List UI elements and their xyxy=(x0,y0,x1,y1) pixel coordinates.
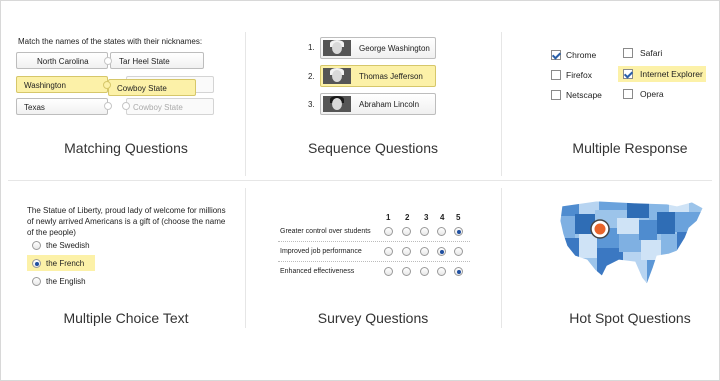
survey-radio[interactable] xyxy=(384,247,393,256)
checkbox[interactable] xyxy=(623,89,633,99)
matching-prompt: Match the names of the states with their… xyxy=(18,37,203,46)
survey-radio[interactable] xyxy=(437,247,446,256)
section-title: Multiple Choice Text xyxy=(63,310,189,326)
portrait-image xyxy=(323,68,351,84)
match-left-item[interactable]: Washington xyxy=(16,76,108,93)
row-separator xyxy=(278,241,470,242)
radio-label: the English xyxy=(46,277,86,286)
survey-row-label: Enhanced effectiveness xyxy=(280,268,355,275)
radio-button[interactable] xyxy=(32,277,41,286)
survey-row-label: Improved job performance xyxy=(280,248,362,255)
match-right-item[interactable]: Tar Heel State xyxy=(110,52,204,69)
checkbox-label: Opera xyxy=(640,89,664,99)
divider xyxy=(245,188,246,328)
checkbox-label: Netscape xyxy=(566,90,602,100)
row-separator xyxy=(278,261,470,262)
puzzle-connector xyxy=(103,81,111,89)
scale-label: 1 xyxy=(386,213,391,222)
checkbox[interactable] xyxy=(551,90,561,100)
radio-label: the French xyxy=(46,259,85,268)
checkbox[interactable] xyxy=(551,70,561,80)
checkbox[interactable] xyxy=(551,50,561,60)
survey-radio[interactable] xyxy=(384,267,393,276)
checkbox[interactable] xyxy=(623,69,633,79)
scale-label: 4 xyxy=(440,213,445,222)
match-right-label: Cowboy State xyxy=(117,84,167,93)
sequence-item[interactable]: George Washington xyxy=(320,37,436,59)
survey-radio[interactable] xyxy=(420,227,429,236)
radio-button[interactable] xyxy=(32,241,41,250)
survey-radio[interactable] xyxy=(437,267,446,276)
checkbox-label: Chrome xyxy=(566,50,597,60)
divider xyxy=(501,188,502,328)
survey-radio[interactable] xyxy=(402,247,411,256)
puzzle-connector xyxy=(104,57,112,65)
sequence-number: 3. xyxy=(308,100,315,109)
survey-radio[interactable] xyxy=(454,227,463,236)
portrait-image xyxy=(323,96,351,112)
section-title: Matching Questions xyxy=(64,140,188,156)
survey-radio[interactable] xyxy=(454,267,463,276)
sequence-item[interactable]: Abraham Lincoln xyxy=(320,93,436,115)
scale-label: 2 xyxy=(405,213,410,222)
survey-radio[interactable] xyxy=(437,227,446,236)
survey-radio[interactable] xyxy=(420,267,429,276)
question-line: of newly arrived Americans is a gift of … xyxy=(27,217,226,226)
question-line: The Statue of Liberty, proud lady of wel… xyxy=(27,206,226,215)
portrait-image xyxy=(323,40,351,56)
sequence-number: 2. xyxy=(308,72,315,81)
survey-row-label: Greater control over students xyxy=(280,228,371,235)
sequence-number: 1. xyxy=(308,43,315,52)
question-line: of the people) xyxy=(27,228,76,237)
section-title: Hot Spot Questions xyxy=(569,310,691,326)
match-left-item[interactable]: Texas xyxy=(16,98,108,115)
checkbox-label: Internet Explorer xyxy=(640,69,703,79)
usa-map[interactable] xyxy=(557,196,707,296)
match-right-slot[interactable]: Cowboy State xyxy=(126,98,214,115)
survey-radio[interactable] xyxy=(420,247,429,256)
puzzle-connector xyxy=(104,102,112,110)
scale-label: 3 xyxy=(424,213,429,222)
radio-label: the Swedish xyxy=(46,241,90,250)
checkbox-label: Firefox xyxy=(566,70,592,80)
match-left-label: North Carolina xyxy=(37,57,89,66)
divider xyxy=(8,180,712,181)
match-left-label: Texas xyxy=(24,103,45,112)
sequence-label: Abraham Lincoln xyxy=(359,100,420,109)
section-title: Survey Questions xyxy=(317,310,429,326)
checkbox-label: Safari xyxy=(640,48,663,58)
match-right-item-dragging[interactable]: Cowboy State xyxy=(108,79,196,96)
radio-button[interactable] xyxy=(32,259,41,268)
survey-radio[interactable] xyxy=(454,247,463,256)
scale-label: 5 xyxy=(456,213,461,222)
puzzle-connector xyxy=(122,102,130,110)
section-title: Sequence Questions xyxy=(308,140,438,156)
sequence-item[interactable]: Thomas Jefferson xyxy=(320,65,436,87)
section-title: Multiple Response xyxy=(572,140,688,156)
survey-radio[interactable] xyxy=(402,267,411,276)
checkbox[interactable] xyxy=(623,48,633,58)
match-right-label: Cowboy State xyxy=(133,103,183,112)
survey-radio[interactable] xyxy=(402,227,411,236)
match-left-label: Washington xyxy=(24,81,66,90)
sequence-label: Thomas Jefferson xyxy=(359,72,423,81)
match-left-item[interactable]: North Carolina xyxy=(16,52,108,69)
survey-radio[interactable] xyxy=(384,227,393,236)
match-right-label: Tar Heel State xyxy=(119,57,170,66)
sequence-label: George Washington xyxy=(359,44,430,53)
